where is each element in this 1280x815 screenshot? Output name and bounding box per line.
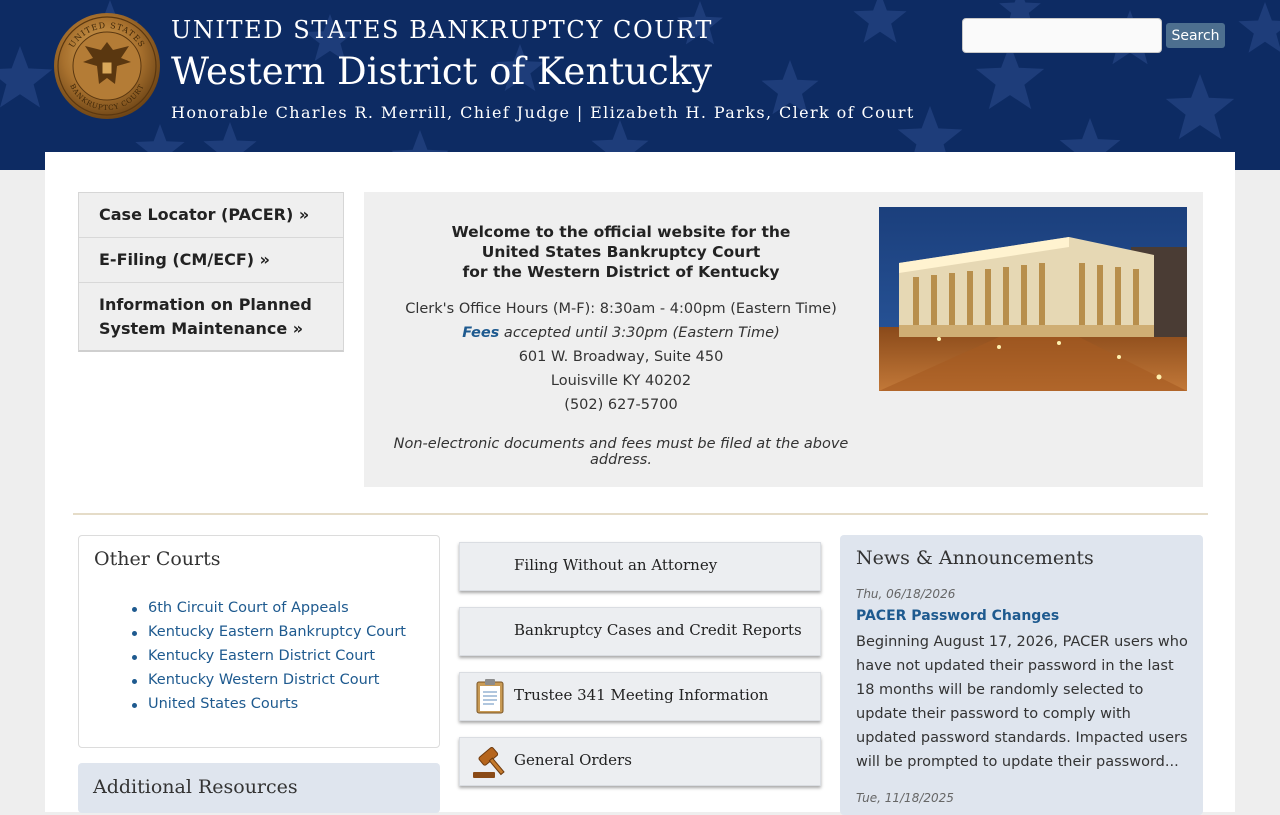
- news-date: Tue, 11/18/2025: [856, 791, 954, 805]
- court-link[interactable]: Kentucky Eastern District Court: [148, 648, 375, 664]
- office-hours: Clerk's Office Hours (M-F): 8:30am - 4:0…: [405, 301, 837, 317]
- filing-notice: Non-electronic documents and fees must b…: [393, 436, 849, 468]
- tile-label: Trustee 341 Meeting Information: [514, 686, 769, 704]
- news-date: Thu, 06/18/2026: [856, 587, 956, 601]
- star-shape: [975, 44, 1045, 110]
- fees-line: Fees accepted until 3:30pm (Eastern Time…: [390, 325, 852, 341]
- additional-resources-title: Additional Resources: [93, 776, 298, 798]
- list-bullet: [132, 655, 137, 660]
- search-button[interactable]: Search: [1166, 23, 1225, 48]
- news-body: Beginning August 17, 2026, PACER users w…: [856, 634, 1188, 770]
- list-bullet: [132, 703, 137, 708]
- search-input[interactable]: [962, 18, 1162, 53]
- tile-label: General Orders: [514, 751, 632, 769]
- star-shape: [1165, 74, 1235, 140]
- fees-link[interactable]: Fees: [462, 325, 499, 341]
- court-name: UNITED STATES BANKRUPTCY COURT: [171, 16, 713, 44]
- section-divider: [73, 513, 1208, 515]
- e-filing-link[interactable]: E-Filing (CM/ECF) »: [79, 238, 343, 283]
- quick-link-label-line2: System Maintenance »: [99, 319, 304, 338]
- quick-link-label: Information on Planned: [99, 295, 312, 314]
- address-line2: Louisville KY 40202: [550, 373, 692, 389]
- courthouse-photo: [879, 207, 1187, 391]
- welcome-title-line2: United States Bankruptcy Court: [481, 243, 761, 261]
- district-title[interactable]: Western District of Kentucky: [171, 50, 712, 93]
- list-bullet: [132, 679, 137, 684]
- court-link[interactable]: Kentucky Eastern Bankruptcy Court: [148, 624, 406, 640]
- quick-link-label: E-Filing (CM/ECF) »: [99, 250, 271, 269]
- court-seal-logo[interactable]: UNITED STATES BANKRUPTCY COURT: [53, 12, 161, 120]
- news-headline-link[interactable]: PACER Password Changes: [856, 608, 1059, 624]
- system-maintenance-link[interactable]: Information on Planned System Maintenanc…: [79, 283, 343, 351]
- case-locator-link[interactable]: Case Locator (PACER) »: [79, 193, 343, 238]
- star-shape: [0, 46, 53, 108]
- star-shape: [853, 0, 907, 43]
- quick-link-label: Case Locator (PACER) »: [99, 205, 310, 224]
- gavel-icon: [473, 747, 505, 778]
- address-line1: 601 W. Broadway, Suite 450: [518, 349, 724, 365]
- other-courts-title: Other Courts: [94, 548, 221, 570]
- star-shape: [1238, 2, 1280, 53]
- quick-links-menu: Case Locator (PACER) » E-Filing (CM/ECF)…: [78, 192, 344, 352]
- officials-line: Honorable Charles R. Merrill, Chief Judg…: [171, 103, 915, 122]
- news-title: News & Announcements: [856, 547, 1094, 569]
- tile-label: Bankruptcy Cases and Credit Reports: [514, 621, 802, 639]
- tile-label: Filing Without an Attorney: [514, 556, 718, 574]
- fees-note: accepted until 3:30pm (Eastern Time): [499, 325, 780, 341]
- welcome-title-line3: for the Western District of Kentucky: [462, 263, 780, 281]
- welcome-title-line1: Welcome to the official website for the: [451, 223, 791, 241]
- phone-number: (502) 627-5700: [564, 397, 678, 413]
- court-link[interactable]: United States Courts: [148, 696, 298, 712]
- list-bullet: [132, 607, 137, 612]
- clipboard-icon: [476, 679, 504, 714]
- court-link[interactable]: 6th Circuit Court of Appeals: [148, 600, 349, 616]
- list-bullet: [132, 631, 137, 636]
- court-link[interactable]: Kentucky Western District Court: [148, 672, 379, 688]
